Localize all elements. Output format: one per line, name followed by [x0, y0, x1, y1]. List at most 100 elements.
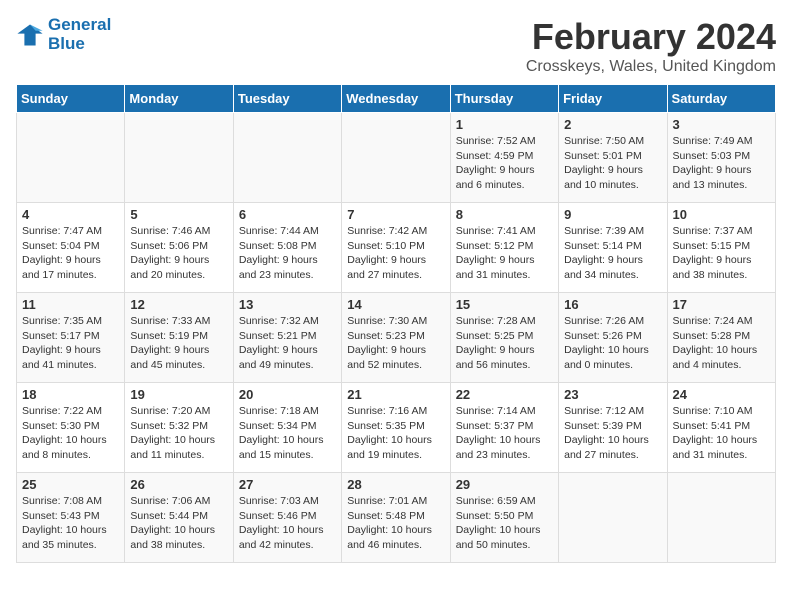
day-number: 2	[564, 117, 661, 132]
day-number: 25	[22, 477, 119, 492]
day-info: Sunrise: 7:01 AM Sunset: 5:48 PM Dayligh…	[347, 494, 444, 553]
day-number: 28	[347, 477, 444, 492]
calendar-cell: 26Sunrise: 7:06 AM Sunset: 5:44 PM Dayli…	[125, 473, 233, 563]
day-number: 20	[239, 387, 336, 402]
day-info: Sunrise: 7:06 AM Sunset: 5:44 PM Dayligh…	[130, 494, 227, 553]
day-info: Sunrise: 7:50 AM Sunset: 5:01 PM Dayligh…	[564, 134, 661, 193]
calendar-cell: 19 Sunrise: 7:20 AM Sunset: 5:32 PM Dayli…	[125, 383, 233, 473]
day-number: 19	[130, 387, 227, 402]
day-info: Sunrise: 7:22 AM Sunset: 5:30 PM Dayligh…	[22, 404, 119, 463]
calendar-cell: 24 Sunrise: 7:10 AM Sunset: 5:41 PM Dayli…	[667, 383, 775, 473]
weekday-header: Wednesday	[342, 85, 450, 113]
day-number: 5	[130, 207, 227, 222]
calendar-week-row: 18 Sunrise: 7:22 AM Sunset: 5:30 PM Dayli…	[17, 383, 776, 473]
calendar-cell: 28 Sunrise: 7:01 AM Sunset: 5:48 PM Dayli…	[342, 473, 450, 563]
day-number: 3	[673, 117, 770, 132]
day-info: Sunrise: 7:46 AM Sunset: 5:06 PM Dayligh…	[130, 224, 227, 283]
day-info: Sunrise: 7:49 AM Sunset: 5:03 PM Dayligh…	[673, 134, 770, 193]
day-info: Sunrise: 7:18 AM Sunset: 5:34 PM Dayligh…	[239, 404, 336, 463]
day-info: Sunrise: 7:37 AM Sunset: 5:15 PM Dayligh…	[673, 224, 770, 283]
logo-text-line2: Blue	[48, 35, 111, 54]
day-info: Sunrise: 7:30 AM Sunset: 5:23 PM Dayligh…	[347, 314, 444, 373]
day-info: Sunrise: 7:35 AM Sunset: 5:17 PM Dayligh…	[22, 314, 119, 373]
calendar-cell: 1Sunrise: 7:52 AM Sunset: 4:59 PM Daylig…	[450, 113, 558, 203]
calendar-cell: 2 Sunrise: 7:50 AM Sunset: 5:01 PM Daylig…	[559, 113, 667, 203]
day-number: 21	[347, 387, 444, 402]
day-info: Sunrise: 7:41 AM Sunset: 5:12 PM Dayligh…	[456, 224, 553, 283]
calendar-cell: 12 Sunrise: 7:33 AM Sunset: 5:19 PM Dayli…	[125, 293, 233, 383]
day-number: 8	[456, 207, 553, 222]
calendar-cell: 25 Sunrise: 7:08 AM Sunset: 5:43 PM Dayli…	[17, 473, 125, 563]
day-number: 22	[456, 387, 553, 402]
calendar-cell: 11 Sunrise: 7:35 AM Sunset: 5:17 PM Dayli…	[17, 293, 125, 383]
day-info: Sunrise: 7:24 AM Sunset: 5:28 PM Dayligh…	[673, 314, 770, 373]
calendar-cell: 8 Sunrise: 7:41 AM Sunset: 5:12 PM Daylig…	[450, 203, 558, 293]
day-number: 6	[239, 207, 336, 222]
day-number: 12	[130, 297, 227, 312]
calendar-cell: 7 Sunrise: 7:42 AM Sunset: 5:10 PM Daylig…	[342, 203, 450, 293]
logo: General Blue	[16, 16, 111, 53]
day-number: 24	[673, 387, 770, 402]
calendar-table: SundayMondayTuesdayWednesdayThursdayFrid…	[16, 84, 776, 563]
calendar-cell: 13Sunrise: 7:32 AM Sunset: 5:21 PM Dayli…	[233, 293, 341, 383]
day-info: Sunrise: 7:14 AM Sunset: 5:37 PM Dayligh…	[456, 404, 553, 463]
day-number: 11	[22, 297, 119, 312]
calendar-cell	[342, 113, 450, 203]
day-info: Sunrise: 6:59 AM Sunset: 5:50 PM Dayligh…	[456, 494, 553, 553]
calendar-cell	[17, 113, 125, 203]
day-number: 18	[22, 387, 119, 402]
calendar-week-row: 25 Sunrise: 7:08 AM Sunset: 5:43 PM Dayli…	[17, 473, 776, 563]
calendar-week-row: 4Sunrise: 7:47 AM Sunset: 5:04 PM Daylig…	[17, 203, 776, 293]
day-number: 15	[456, 297, 553, 312]
weekday-header: Friday	[559, 85, 667, 113]
day-number: 23	[564, 387, 661, 402]
day-info: Sunrise: 7:10 AM Sunset: 5:41 PM Dayligh…	[673, 404, 770, 463]
calendar-week-row: 1Sunrise: 7:52 AM Sunset: 4:59 PM Daylig…	[17, 113, 776, 203]
calendar-cell: 22 Sunrise: 7:14 AM Sunset: 5:37 PM Dayli…	[450, 383, 558, 473]
day-number: 9	[564, 207, 661, 222]
day-info: Sunrise: 7:33 AM Sunset: 5:19 PM Dayligh…	[130, 314, 227, 373]
calendar-cell: 10 Sunrise: 7:37 AM Sunset: 5:15 PM Dayli…	[667, 203, 775, 293]
day-info: Sunrise: 7:44 AM Sunset: 5:08 PM Dayligh…	[239, 224, 336, 283]
day-number: 10	[673, 207, 770, 222]
month-title: February 2024	[526, 16, 776, 58]
day-info: Sunrise: 7:20 AM Sunset: 5:32 PM Dayligh…	[130, 404, 227, 463]
day-number: 13	[239, 297, 336, 312]
day-info: Sunrise: 7:08 AM Sunset: 5:43 PM Dayligh…	[22, 494, 119, 553]
day-info: Sunrise: 7:42 AM Sunset: 5:10 PM Dayligh…	[347, 224, 444, 283]
page-header: General Blue February 2024 Crosskeys, Wa…	[16, 16, 776, 76]
weekday-header: Saturday	[667, 85, 775, 113]
location-title: Crosskeys, Wales, United Kingdom	[526, 58, 776, 76]
calendar-week-row: 11 Sunrise: 7:35 AM Sunset: 5:17 PM Dayli…	[17, 293, 776, 383]
day-number: 17	[673, 297, 770, 312]
weekday-header: Tuesday	[233, 85, 341, 113]
weekday-header: Sunday	[17, 85, 125, 113]
day-info: Sunrise: 7:03 AM Sunset: 5:46 PM Dayligh…	[239, 494, 336, 553]
calendar-cell: 9 Sunrise: 7:39 AM Sunset: 5:14 PM Daylig…	[559, 203, 667, 293]
day-info: Sunrise: 7:16 AM Sunset: 5:35 PM Dayligh…	[347, 404, 444, 463]
calendar-cell: 21 Sunrise: 7:16 AM Sunset: 5:35 PM Dayli…	[342, 383, 450, 473]
calendar-cell	[667, 473, 775, 563]
day-info: Sunrise: 7:12 AM Sunset: 5:39 PM Dayligh…	[564, 404, 661, 463]
calendar-cell: 29Sunrise: 6:59 AM Sunset: 5:50 PM Dayli…	[450, 473, 558, 563]
calendar-cell: 27 Sunrise: 7:03 AM Sunset: 5:46 PM Dayli…	[233, 473, 341, 563]
day-number: 27	[239, 477, 336, 492]
day-number: 7	[347, 207, 444, 222]
title-area: February 2024 Crosskeys, Wales, United K…	[526, 16, 776, 76]
calendar-cell: 17 Sunrise: 7:24 AM Sunset: 5:28 PM Dayli…	[667, 293, 775, 383]
calendar-cell	[233, 113, 341, 203]
day-number: 14	[347, 297, 444, 312]
day-info: Sunrise: 7:39 AM Sunset: 5:14 PM Dayligh…	[564, 224, 661, 283]
weekday-header: Monday	[125, 85, 233, 113]
day-info: Sunrise: 7:52 AM Sunset: 4:59 PM Dayligh…	[456, 134, 553, 193]
calendar-cell: 4Sunrise: 7:47 AM Sunset: 5:04 PM Daylig…	[17, 203, 125, 293]
day-number: 16	[564, 297, 661, 312]
calendar-cell: 5 Sunrise: 7:46 AM Sunset: 5:06 PM Daylig…	[125, 203, 233, 293]
calendar-cell: 3 Sunrise: 7:49 AM Sunset: 5:03 PM Daylig…	[667, 113, 775, 203]
weekday-header-row: SundayMondayTuesdayWednesdayThursdayFrid…	[17, 85, 776, 113]
logo-text-line1: General	[48, 16, 111, 35]
calendar-cell	[125, 113, 233, 203]
day-info: Sunrise: 7:47 AM Sunset: 5:04 PM Dayligh…	[22, 224, 119, 283]
weekday-header: Thursday	[450, 85, 558, 113]
day-info: Sunrise: 7:26 AM Sunset: 5:26 PM Dayligh…	[564, 314, 661, 373]
